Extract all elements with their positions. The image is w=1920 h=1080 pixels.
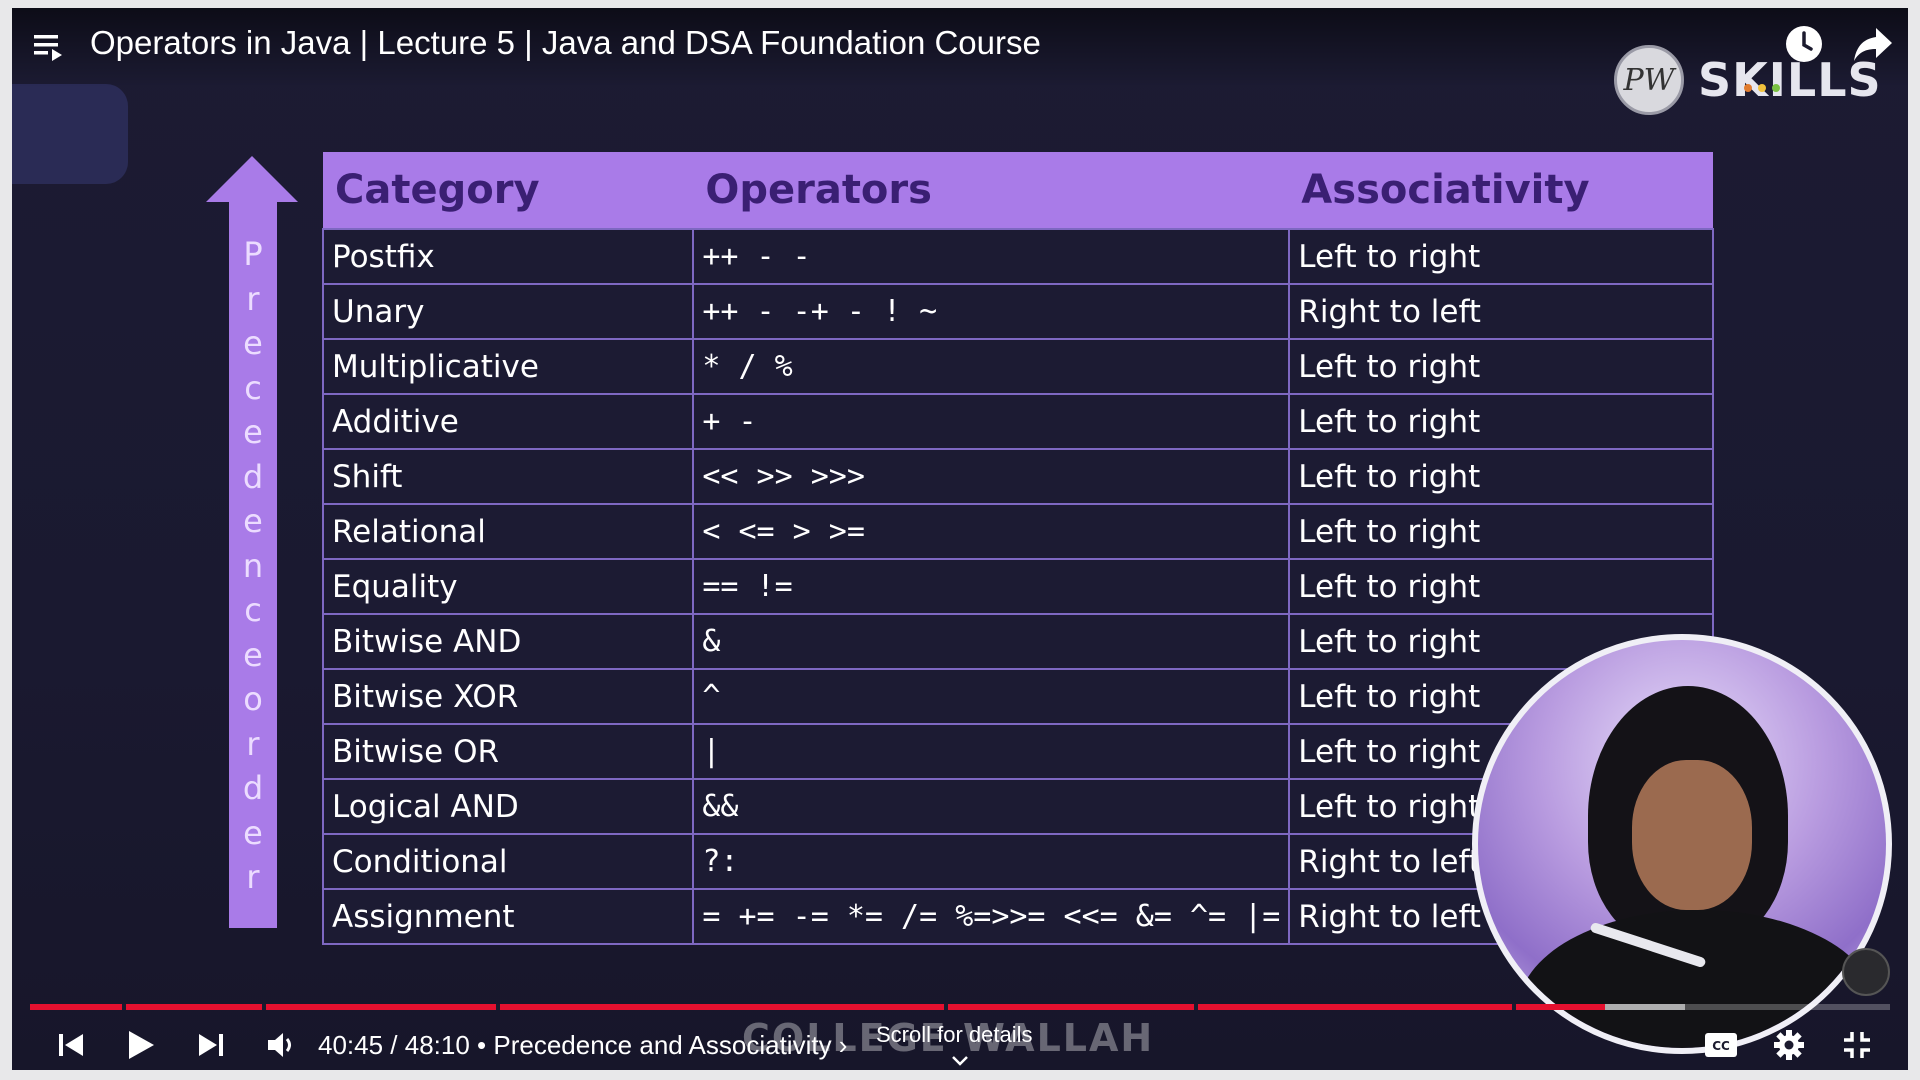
precedence-letter: c [244, 591, 262, 629]
brand-dot [1744, 84, 1752, 92]
table-header-row: Category Operators Associativity [323, 152, 1713, 229]
operators-cell: == != [692, 558, 1291, 615]
associativity-cell: Left to right [1288, 503, 1714, 560]
scroll-for-details-hint[interactable]: Scroll for details [876, 1022, 1033, 1048]
precedence-letter: e [243, 813, 263, 852]
category-cell: Bitwise AND [321, 613, 695, 670]
precedence-letter: n [242, 546, 264, 585]
precedence-letter: r [246, 858, 260, 896]
precedence-letter: e [243, 635, 263, 674]
category-cell: Additive [321, 393, 695, 450]
operators-cell: < <= > >= [692, 503, 1291, 560]
operators-cell: ++ - -+ - ! ~ [692, 283, 1291, 340]
precedence-letter: P [243, 235, 263, 273]
progress-bar[interactable] [30, 1004, 1890, 1010]
category-cell: Multiplicative [321, 338, 695, 395]
associativity-cell: Left to right [1288, 228, 1714, 285]
previous-icon[interactable] [48, 1018, 94, 1072]
table-row: Postfix ++ - - Left to right [321, 228, 1714, 285]
next-icon[interactable] [188, 1018, 234, 1072]
window-edge-top [0, 0, 1920, 8]
table-row: Unary ++ - -+ - ! ~ Right to left [321, 283, 1714, 340]
operators-cell: ^ [692, 668, 1291, 725]
associativity-cell: Left to right [1288, 558, 1714, 615]
brand-dot [1758, 84, 1766, 92]
chapter-marker [262, 1004, 266, 1010]
college-wallah-badge-icon [1842, 948, 1890, 996]
brand-dots [1744, 49, 1786, 103]
precedence-letter: d [242, 457, 264, 496]
play-icon[interactable] [116, 1018, 166, 1072]
operators-cell: ++ - - [692, 228, 1291, 285]
category-cell: Conditional [321, 833, 695, 890]
operators-cell: ?: [692, 833, 1291, 890]
slide-side-tab [12, 84, 128, 184]
precedence-letter: o [243, 680, 263, 718]
chapter-title[interactable]: • Precedence and Associativity › [477, 1030, 847, 1060]
operators-cell: | [692, 723, 1291, 780]
table-row: Equality == != Left to right [321, 558, 1714, 615]
header-operators: Operators [693, 152, 1290, 229]
playlist-icon[interactable] [32, 30, 66, 64]
precedence-letter: e [243, 413, 263, 451]
category-cell: Bitwise OR [321, 723, 695, 780]
brand-dot [1772, 84, 1780, 92]
precedence-letter: e [243, 324, 263, 362]
operators-cell: && [692, 778, 1291, 835]
precedence-letter: d [242, 769, 264, 807]
progress-played [30, 1004, 1605, 1010]
chapter-marker [496, 1004, 500, 1010]
precedence-letter: c [244, 368, 262, 407]
operators-cell: * / % [692, 338, 1291, 395]
video-title[interactable]: Operators in Java | Lecture 5 | Java and… [90, 24, 1041, 62]
pw-logo-icon: PW [1614, 45, 1684, 115]
precedence-letter: r [246, 279, 260, 318]
header-associativity: Associativity [1289, 152, 1713, 229]
category-cell: Assignment [321, 888, 695, 945]
table-row: Additive + - Left to right [321, 393, 1714, 450]
precedence-order-label: Precedenceorder [229, 232, 277, 900]
svg-text:CC: CC [1712, 1039, 1730, 1053]
table-row: Shift << >> >>> Left to right [321, 448, 1714, 505]
operators-cell: = += -= *= /= %=>>= <<= &= ^= |= [692, 888, 1291, 945]
category-cell: Unary [321, 283, 695, 340]
category-cell: Equality [321, 558, 695, 615]
chapter-marker [1194, 1004, 1198, 1010]
captions-icon[interactable]: CC [1698, 1018, 1744, 1072]
chevron-down-icon[interactable] [950, 1052, 970, 1071]
chapter-marker [1512, 1004, 1516, 1010]
window-edge-left [0, 0, 12, 1080]
associativity-cell: Left to right [1288, 338, 1714, 395]
chapter-marker [122, 1004, 126, 1010]
precedence-letter: r [246, 724, 260, 763]
settings-icon[interactable] [1766, 1018, 1812, 1072]
up-arrow-icon [206, 156, 298, 202]
associativity-cell: Left to right [1288, 393, 1714, 450]
volume-icon[interactable] [258, 1018, 304, 1072]
category-cell: Postfix [321, 228, 695, 285]
presenter-face [1632, 760, 1752, 910]
category-cell: Relational [321, 503, 695, 560]
associativity-cell: Left to right [1288, 448, 1714, 505]
exit-fullscreen-icon[interactable] [1834, 1018, 1880, 1072]
table-row: Relational < <= > >= Left to right [321, 503, 1714, 560]
category-cell: Bitwise XOR [321, 668, 695, 725]
operators-cell: + - [692, 393, 1291, 450]
operators-cell: << >> >>> [692, 448, 1291, 505]
window-edge-right [1908, 0, 1920, 1080]
category-cell: Logical AND [321, 778, 695, 835]
brand-name: SKILLS [1698, 53, 1882, 107]
precedence-letter: e [243, 502, 263, 540]
associativity-cell: Right to left [1288, 283, 1714, 340]
table-row: Multiplicative * / % Left to right [321, 338, 1714, 395]
header-category: Category [323, 152, 694, 229]
operators-cell: & [692, 613, 1291, 670]
time-display: 40:45 / 48:10 [318, 1030, 470, 1060]
presenter-webcam [1472, 634, 1892, 1054]
category-cell: Shift [321, 448, 695, 505]
chapter-marker [944, 1004, 948, 1010]
brand-logo: PW SKILLS [1614, 44, 1882, 116]
